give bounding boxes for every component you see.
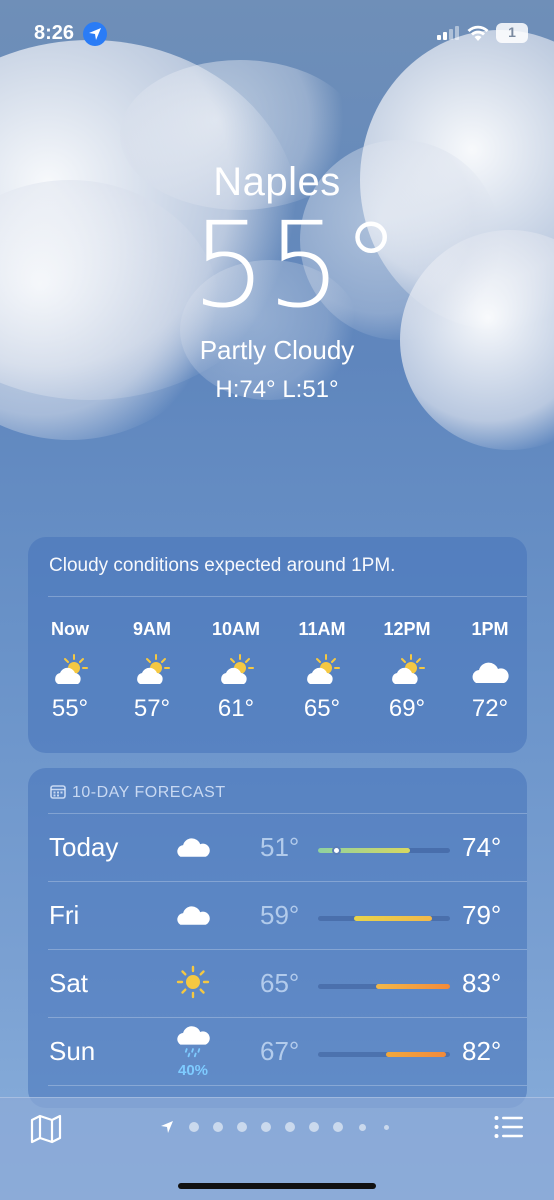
cellular-signal-icon (437, 26, 459, 40)
temperature-range-bar (318, 1052, 450, 1057)
hour-label: 10AM (211, 619, 260, 639)
hour-label: 1PM (471, 619, 509, 639)
daily-forecast-card[interactable]: 10-DAY FORECAST Today 51° 74° Fri 59° 79… (28, 768, 527, 1108)
home-indicator[interactable] (178, 1183, 376, 1189)
hour-label: 9AM (132, 619, 171, 639)
cloud-icon (450, 651, 530, 695)
forecast-row-today[interactable]: Today 51° 74° (28, 814, 527, 882)
calendar-icon (50, 785, 66, 799)
hour-temperature: 61° (217, 695, 255, 722)
temperature-range-bar (318, 846, 450, 855)
hour-item: 12PM 69° (367, 619, 447, 723)
page-dot (384, 1125, 389, 1130)
partly-cloudy-icon (30, 651, 110, 695)
cloud-icon (173, 828, 213, 869)
divider (48, 1085, 527, 1086)
battery-icon: 1 (496, 23, 528, 43)
wifi-icon (467, 25, 489, 41)
high-low-text: H:74° L:51° (215, 376, 339, 403)
temperature-range-bar (318, 916, 450, 921)
hourly-forecast-card[interactable]: Cloudy conditions expected around 1PM. N… (28, 537, 527, 753)
hour-temperature: 69° (388, 695, 426, 722)
page-dot (213, 1122, 223, 1132)
map-icon (30, 1114, 62, 1144)
day-high-temp: 74° (462, 832, 502, 862)
day-name: Fri (49, 900, 80, 930)
battery-level: 1 (508, 24, 516, 40)
divider (48, 596, 527, 597)
hour-item: 11AM 65° (282, 619, 362, 723)
current-temperature: 55° (191, 196, 401, 334)
hour-temperature: 55° (51, 695, 89, 722)
hour-label: 12PM (383, 619, 431, 639)
day-low-temp: 67° (260, 1036, 300, 1066)
day-low-temp: 51° (260, 832, 300, 862)
list-icon (494, 1116, 523, 1138)
bottom-toolbar (0, 1097, 554, 1200)
temperature-range-bar (318, 984, 450, 989)
day-name: Today (49, 832, 119, 862)
hour-item: 1PM 72° (450, 619, 530, 723)
hour-temperature: 57° (133, 695, 171, 722)
hourly-summary: Cloudy conditions expected around 1PM. (49, 555, 396, 576)
forecast-row-sun[interactable]: Sun 40% 67° 82° (28, 1018, 527, 1086)
map-button[interactable] (30, 1114, 62, 1149)
day-high-temp: 82° (462, 1036, 502, 1066)
page-dot (333, 1122, 343, 1132)
current-temp-dot (332, 846, 341, 855)
day-low-temp: 59° (260, 900, 300, 930)
forecast-row-fri[interactable]: Fri 59° 79° (28, 882, 527, 950)
location-arrow-icon (161, 1121, 173, 1133)
day-high-temp: 79° (462, 900, 502, 930)
rain-cloud-icon (173, 1022, 213, 1065)
precipitation-chance: 40% (177, 1062, 209, 1079)
city-list-button[interactable] (494, 1114, 524, 1145)
forecast-row-sat[interactable]: Sat 65° 83° (28, 950, 527, 1018)
current-weather: Naples 55° Partly Cloudy H:74° L:51° (0, 160, 554, 404)
partly-cloudy-icon (282, 651, 362, 695)
hour-label: Now (51, 619, 89, 639)
day-name: Sun (49, 1036, 96, 1066)
condition-text: Partly Cloudy (199, 335, 355, 365)
hour-temperature: 72° (471, 695, 509, 722)
page-dot (359, 1124, 366, 1131)
page-dot (285, 1122, 295, 1132)
status-bar: 8:26 1 (0, 20, 554, 50)
day-low-temp: 65° (260, 968, 300, 998)
partly-cloudy-icon (112, 651, 192, 695)
daily-forecast-header: 10-DAY FORECAST (50, 784, 226, 802)
page-dot (261, 1122, 271, 1132)
sun-icon (173, 964, 213, 1005)
day-name: Sat (49, 968, 89, 998)
hour-item: 10AM 61° (196, 619, 276, 723)
partly-cloudy-icon (196, 651, 276, 695)
page-dot (189, 1122, 199, 1132)
hour-item: Now 55° (30, 619, 110, 723)
page-dot (309, 1122, 319, 1132)
partly-cloudy-icon (367, 651, 447, 695)
hour-item: 9AM 57° (112, 619, 192, 723)
hour-temperature: 65° (303, 695, 341, 722)
daily-forecast-title: 10-DAY FORECAST (72, 784, 226, 801)
status-time: 8:26 (34, 22, 75, 44)
day-high-temp: 83° (462, 968, 502, 998)
page-dot (237, 1122, 247, 1132)
location-arrow-icon (83, 22, 107, 46)
cloud-icon (173, 896, 213, 937)
hour-label: 11AM (298, 619, 346, 639)
